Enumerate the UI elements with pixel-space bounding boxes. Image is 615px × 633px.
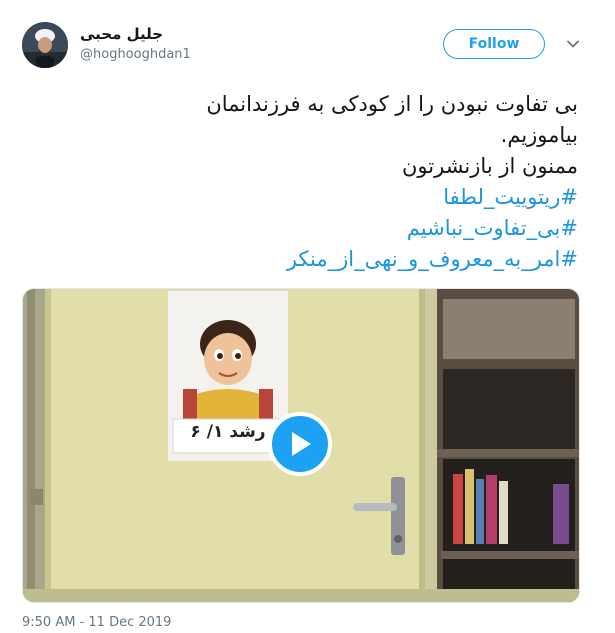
user-handle[interactable]: @hoghooghdan1	[80, 47, 191, 62]
tweet-line: بیاموزیم.	[500, 123, 578, 147]
follow-button[interactable]: Follow	[443, 29, 545, 59]
tweet-line: بی تفاوت نبودن را از کودکی به فرزندانمان	[206, 92, 578, 116]
hashtag-link[interactable]: #بی_تفاوت_نباشیم	[18, 213, 578, 244]
chevron-down-icon[interactable]	[565, 36, 581, 52]
display-name[interactable]: جلیل محبی	[80, 25, 163, 43]
tweet-line: ممنون از بازنشرتون	[402, 154, 578, 178]
hashtag-link[interactable]: #ریتوییت_لطفا	[18, 182, 578, 213]
play-button[interactable]	[268, 412, 332, 476]
tweet-timestamp[interactable]: 9:50 AM - 11 Dec 2019	[22, 615, 171, 630]
avatar-image	[22, 22, 68, 68]
poster-sign-text: رشد ۱/ ۶	[190, 422, 266, 442]
play-icon	[292, 432, 311, 456]
tweet-header: جلیل محبی @hoghooghdan1 Follow	[0, 0, 615, 80]
hashtag-link[interactable]: #امر_به_معروف_و_نهی_از_منکر	[18, 244, 578, 275]
avatar[interactable]	[22, 22, 68, 68]
tweet-text: بی تفاوت نبودن را از کودکی به فرزندانمان…	[18, 89, 578, 275]
